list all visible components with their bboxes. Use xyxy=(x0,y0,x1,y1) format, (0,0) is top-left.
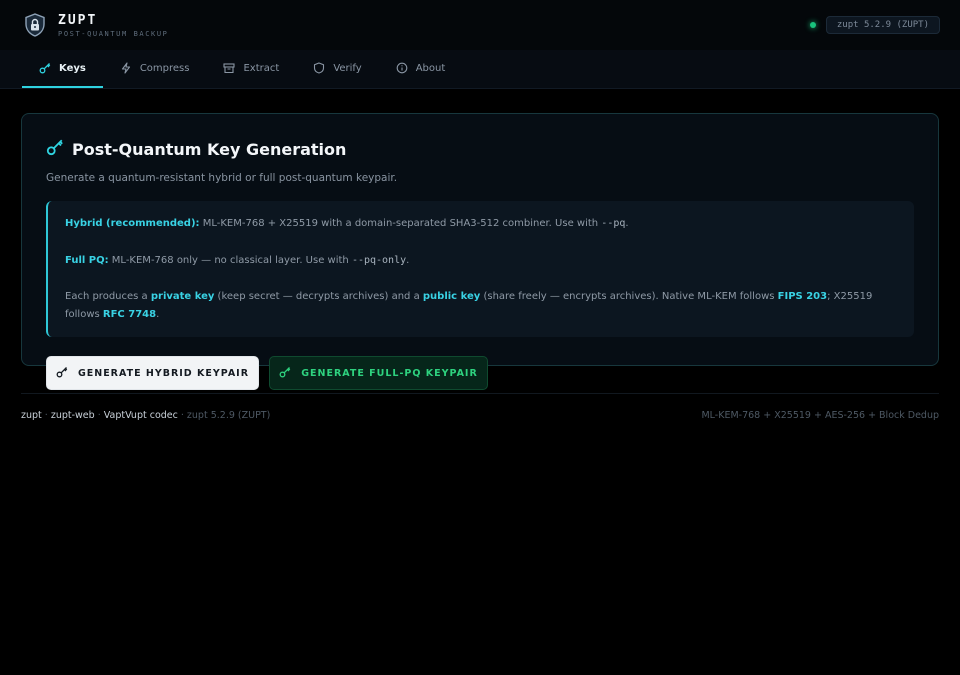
each-text-5: . xyxy=(156,308,160,320)
main-content: Post-Quantum Key Generation Generate a q… xyxy=(0,89,960,390)
each-text-2: (keep secret — decrypts archives) and a xyxy=(214,291,423,302)
fips-203-term: FIPS 203 xyxy=(777,291,828,302)
tab-label: Compress xyxy=(139,62,190,74)
key-icon xyxy=(39,62,51,74)
hybrid-end: . xyxy=(625,218,629,229)
key-icon xyxy=(56,366,68,381)
status-dot-icon xyxy=(809,22,816,28)
tab-compress[interactable]: Compress xyxy=(103,50,207,88)
main-nav: Keys Compress Extract Verify About xyxy=(0,50,960,89)
key-icon xyxy=(279,366,291,381)
key-icon xyxy=(46,138,64,160)
footer-link-zupt-web[interactable]: zupt-web xyxy=(51,410,95,421)
fullpq-text: ML-KEM-768 only — no classical layer. Us… xyxy=(108,254,352,266)
tab-label: Keys xyxy=(59,62,86,74)
private-key-term: private key xyxy=(150,291,215,302)
tab-about[interactable]: About xyxy=(379,50,463,88)
public-key-term: public key xyxy=(422,291,481,302)
info-panel: Hybrid (recommended): ML-KEM-768 + X2551… xyxy=(46,201,914,337)
info-icon xyxy=(396,62,408,74)
each-text-1: Each produces a xyxy=(65,291,151,302)
footer-separator: · xyxy=(94,410,104,421)
tab-extract[interactable]: Extract xyxy=(206,50,296,88)
hybrid-flag: --pq xyxy=(601,218,626,229)
tab-label: About xyxy=(415,62,446,74)
fullpq-end: . xyxy=(406,254,410,266)
each-text-3: (share freely — encrypts archives). Nati… xyxy=(480,291,778,302)
hybrid-text: ML-KEM-768 + X25519 with a domain-separa… xyxy=(199,218,602,229)
brand-tagline: POST-QUANTUM BACKUP xyxy=(58,29,169,38)
button-row: GENERATE HYBRID KEYPAIR GENERATE FULL-PQ… xyxy=(46,356,914,390)
hybrid-description: Hybrid (recommended): ML-KEM-768 + X2551… xyxy=(65,215,898,233)
footer-link-vaptvupt[interactable]: VaptVupt codec xyxy=(104,410,178,421)
footer-separator: · xyxy=(177,410,187,421)
button-label: GENERATE HYBRID KEYPAIR xyxy=(77,367,250,379)
tab-verify[interactable]: Verify xyxy=(296,50,378,88)
app-footer: zupt · zupt-web · VaptVupt codec · zupt … xyxy=(21,393,939,421)
fullpq-description: Full PQ: ML-KEM-768 only — no classical … xyxy=(65,252,898,270)
fullpq-flag: --pq-only xyxy=(351,254,407,266)
footer-links: zupt · zupt-web · VaptVupt codec · zupt … xyxy=(21,410,270,421)
brand[interactable]: ZUPT POST-QUANTUM BACKUP xyxy=(22,12,168,38)
footer-link-zupt[interactable]: zupt xyxy=(21,410,42,421)
status-area: zupt 5.2.9 (ZUPT) xyxy=(809,16,940,34)
lightning-icon xyxy=(120,62,132,74)
footer-separator: · xyxy=(41,410,51,421)
key-generation-card: Post-Quantum Key Generation Generate a q… xyxy=(21,113,939,390)
footer-tech-summary: ML-KEM-768 + X25519 + AES-256 + Block De… xyxy=(701,410,939,421)
tab-keys[interactable]: Keys xyxy=(22,50,103,88)
generate-fullpq-button[interactable]: GENERATE FULL-PQ KEYPAIR xyxy=(269,356,488,390)
hybrid-label: Hybrid (recommended): xyxy=(65,218,200,229)
page-subtitle: Generate a quantum-resistant hybrid or f… xyxy=(46,172,398,184)
shield-icon xyxy=(313,62,325,74)
tab-label: Verify xyxy=(333,62,362,74)
version-badge: zupt 5.2.9 (ZUPT) xyxy=(825,16,940,34)
keypair-description: Each produces a private key (keep secret… xyxy=(65,288,898,323)
tab-label: Extract xyxy=(243,62,280,74)
rfc-7748-term: RFC 7748 xyxy=(102,308,157,320)
brand-name: ZUPT xyxy=(58,12,98,28)
archive-box-icon xyxy=(223,62,236,74)
generate-hybrid-button[interactable]: GENERATE HYBRID KEYPAIR xyxy=(46,356,259,390)
footer-version: zupt 5.2.9 (ZUPT) xyxy=(186,410,271,421)
fullpq-label: Full PQ: xyxy=(65,254,109,266)
app-header: ZUPT POST-QUANTUM BACKUP zupt 5.2.9 (ZUP… xyxy=(0,0,960,50)
shield-lock-icon xyxy=(22,12,48,38)
page-title: Post-Quantum Key Generation xyxy=(72,139,347,159)
button-label: GENERATE FULL-PQ KEYPAIR xyxy=(301,367,478,379)
